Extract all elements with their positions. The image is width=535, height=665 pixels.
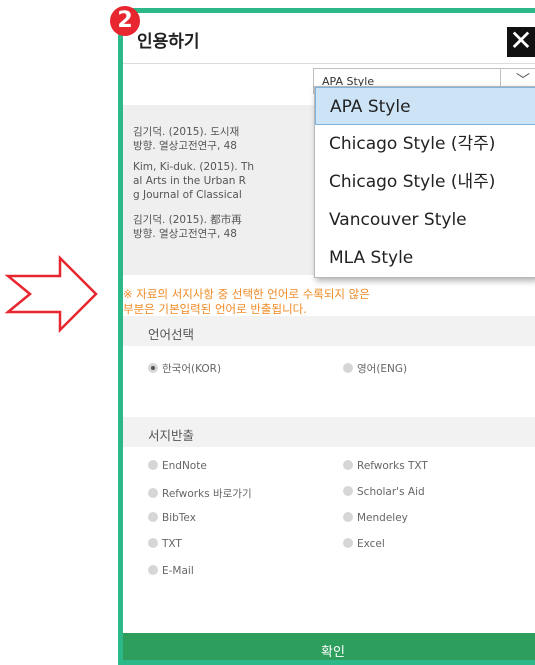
export-label: 서지반출 (148, 428, 195, 443)
radio-off-icon (343, 512, 353, 522)
citation-line: 방향. 열상고전연구, 48 (133, 140, 237, 152)
radio-off-icon (343, 486, 353, 496)
radio-english[interactable]: 영어(ENG) (343, 361, 407, 376)
export-txt[interactable]: TXT (148, 538, 182, 550)
step-badge: 2 (110, 6, 140, 36)
close-icon[interactable]: ✕ (507, 27, 535, 57)
radio-off-icon (148, 565, 158, 575)
export-endnote[interactable]: EndNote (148, 460, 207, 472)
radio-off-icon (148, 538, 158, 548)
divider (123, 63, 535, 64)
notice-text: ※ 자료의 서지사항 중 선택한 언어로 수록되지 않은 부분은 기본입력된 언… (123, 287, 370, 317)
notice-line: ※ 자료의 서지사항 중 선택한 언어로 수록되지 않은 (123, 287, 370, 301)
export-section: 서지반출 (123, 417, 535, 447)
export-mendeley[interactable]: Mendeley (343, 512, 408, 524)
export-bibtex[interactable]: BibTex (148, 512, 196, 524)
radio-on-icon (148, 363, 158, 373)
radio-off-icon (148, 488, 158, 498)
export-refworks-link[interactable]: Refworks 바로가기 (148, 486, 252, 501)
radio-off-icon (343, 363, 353, 373)
citation-line: 김기덕. (2015). 都市再 (133, 214, 242, 226)
export-scholars-aid[interactable]: Scholar's Aid (343, 486, 425, 498)
export-email[interactable]: E-Mail (148, 565, 194, 577)
radio-off-icon (343, 460, 353, 470)
citation-line: g Journal of Classical (133, 189, 242, 201)
radio-korean[interactable]: 한국어(KOR) (148, 361, 221, 376)
export-refworks-txt[interactable]: Refworks TXT (343, 460, 428, 472)
citation-style-dropdown[interactable]: APA Style Chicago Style (각주) Chicago Sty… (314, 86, 535, 278)
dropdown-option-apa[interactable]: APA Style (315, 87, 535, 125)
notice-line: 부분은 기본입력된 언어로 반출됩니다. (123, 302, 307, 316)
dropdown-option-chicago-footnote[interactable]: Chicago Style (각주) (315, 125, 535, 163)
dropdown-option-chicago-intext[interactable]: Chicago Style (내주) (315, 163, 535, 201)
dialog-title: 인용하기 (137, 32, 200, 52)
citation-line: 방향. 열상고전연구, 48 (133, 228, 237, 240)
radio-off-icon (343, 538, 353, 548)
confirm-button[interactable]: 확인 (123, 633, 535, 660)
radio-off-icon (148, 512, 158, 522)
dropdown-option-vancouver[interactable]: Vancouver Style (315, 201, 535, 239)
dropdown-option-mla[interactable]: MLA Style (315, 239, 535, 277)
language-section: 언어선택 (123, 316, 535, 346)
citation-line: Kim, Ki-duk. (2015). Th (133, 161, 255, 173)
callout-arrow-icon (4, 254, 98, 334)
citation-line: al Arts in the Urban R (133, 175, 246, 187)
citation-line: 김기덕. (2015). 도시재 (133, 126, 240, 138)
export-excel[interactable]: Excel (343, 538, 385, 550)
language-label: 언어선택 (148, 327, 195, 342)
radio-off-icon (148, 460, 158, 470)
